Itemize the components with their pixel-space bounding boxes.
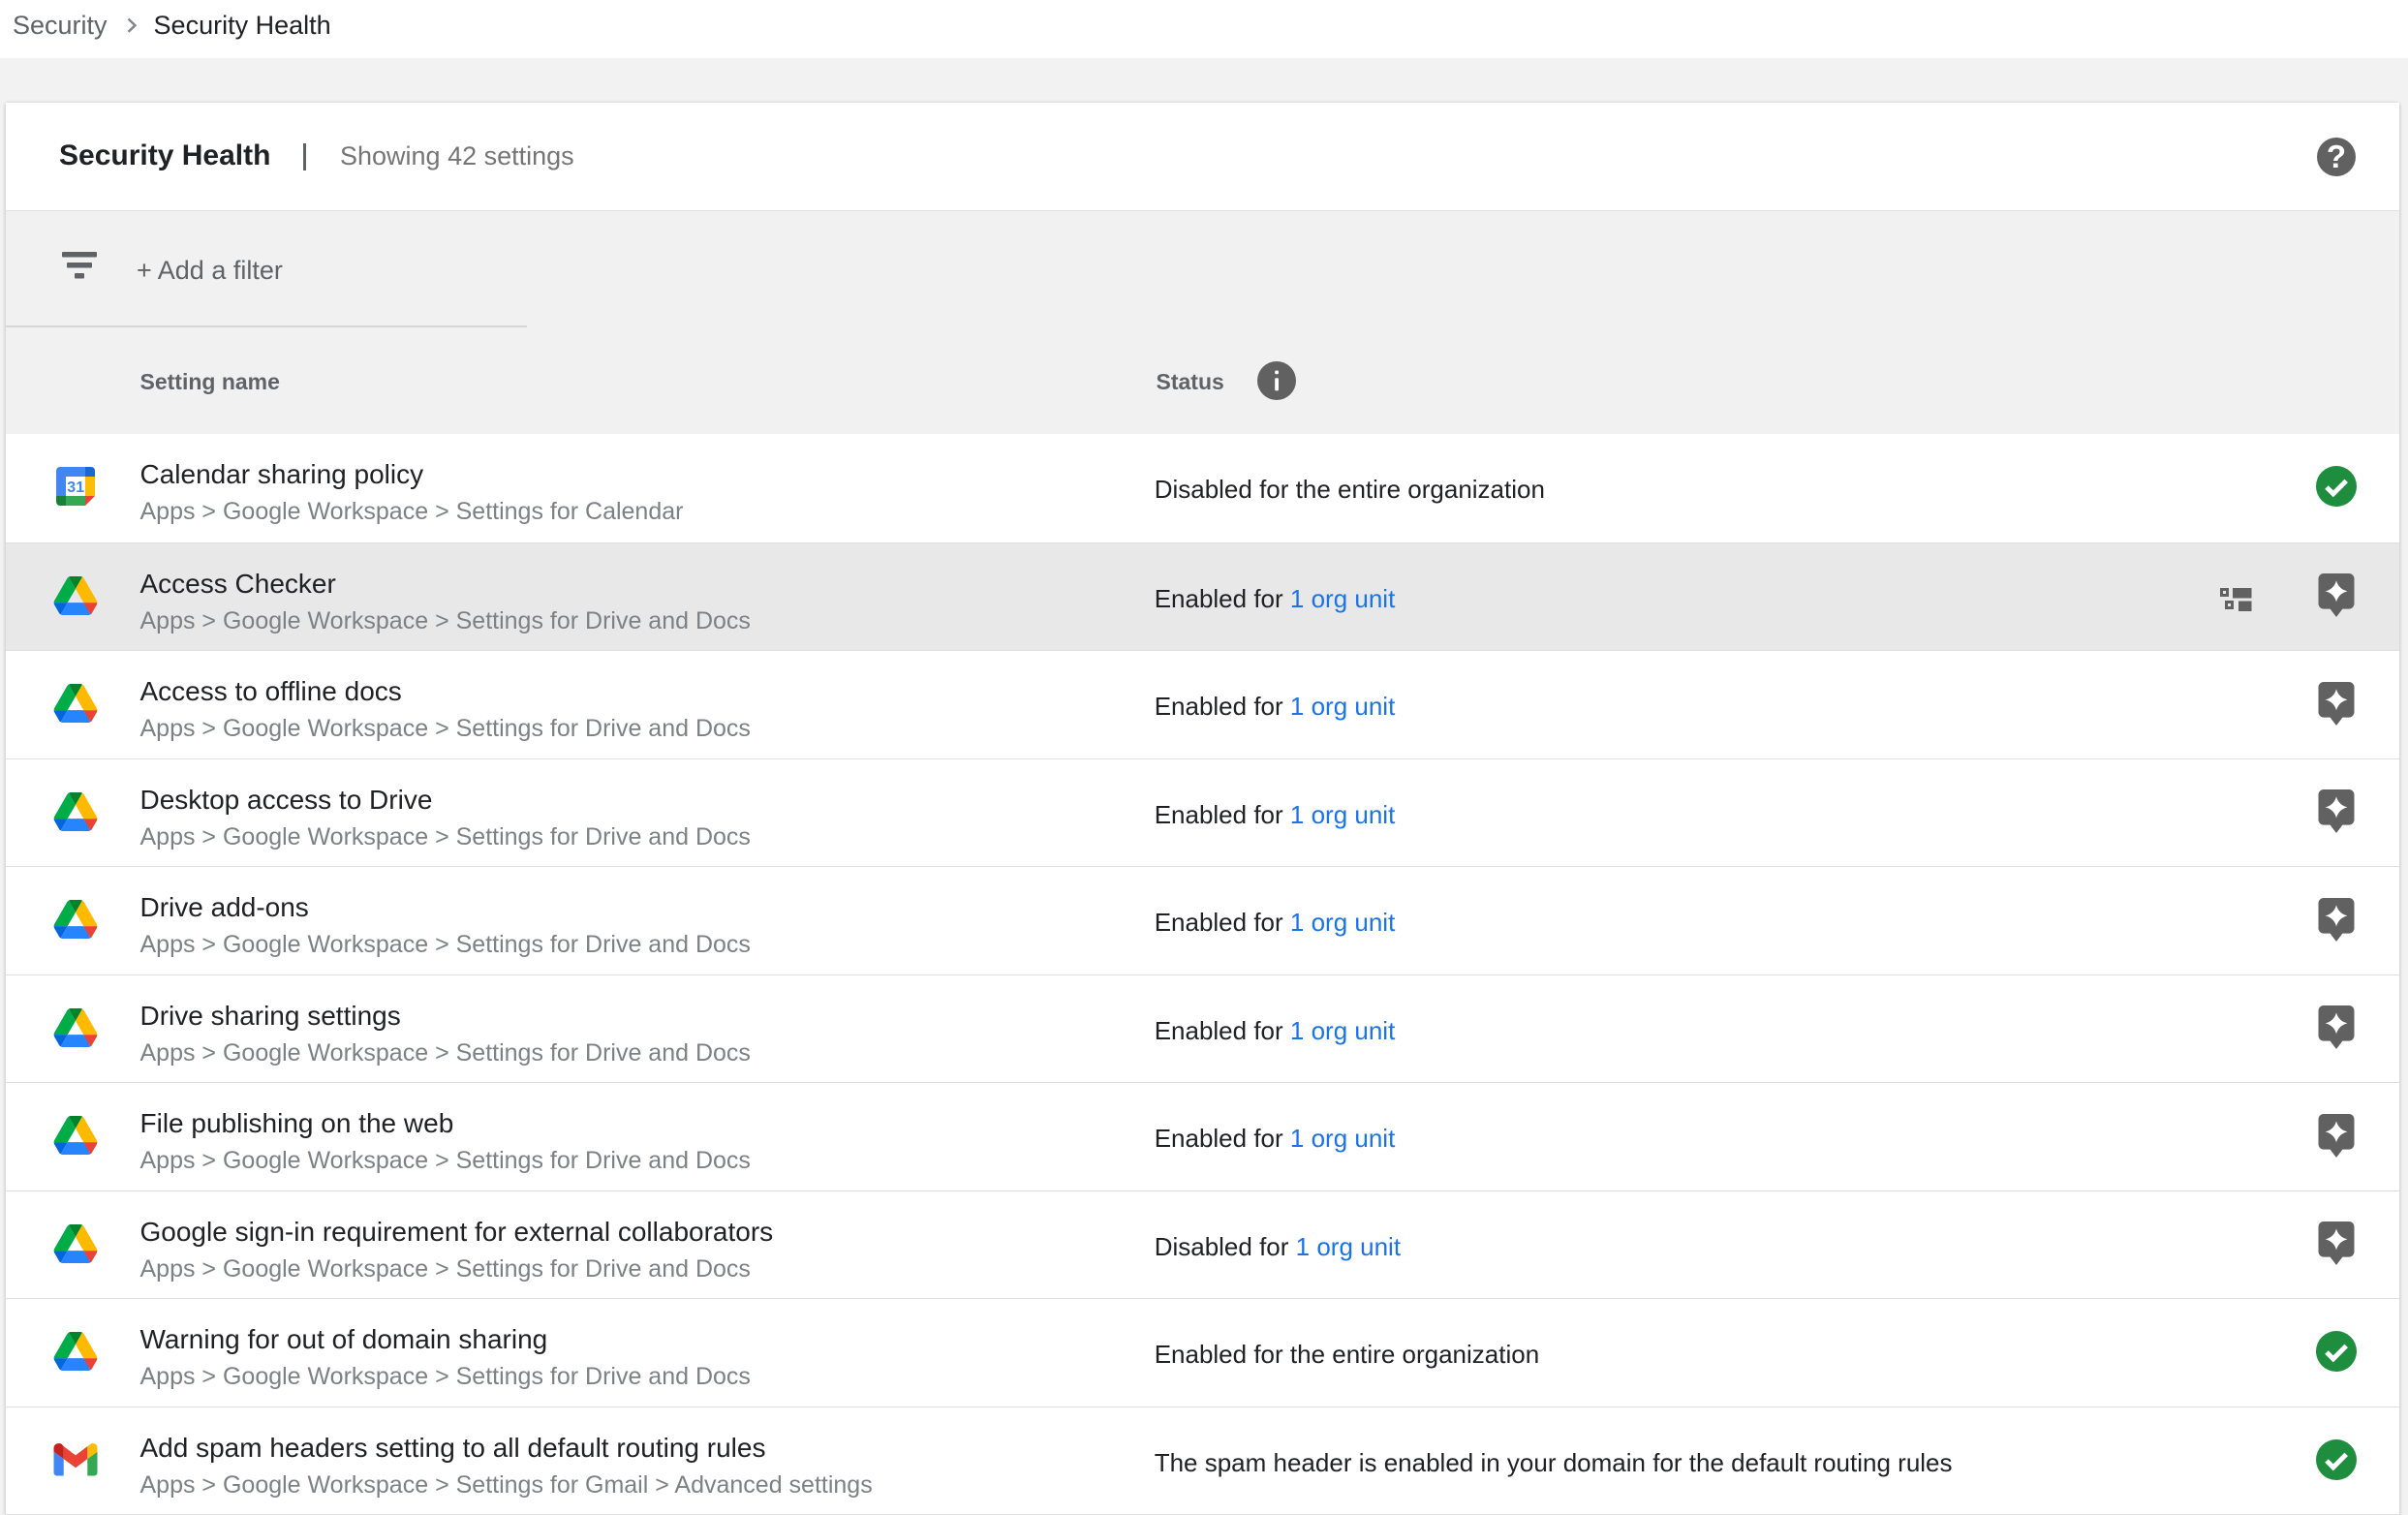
svg-text:31: 31 <box>67 479 84 495</box>
